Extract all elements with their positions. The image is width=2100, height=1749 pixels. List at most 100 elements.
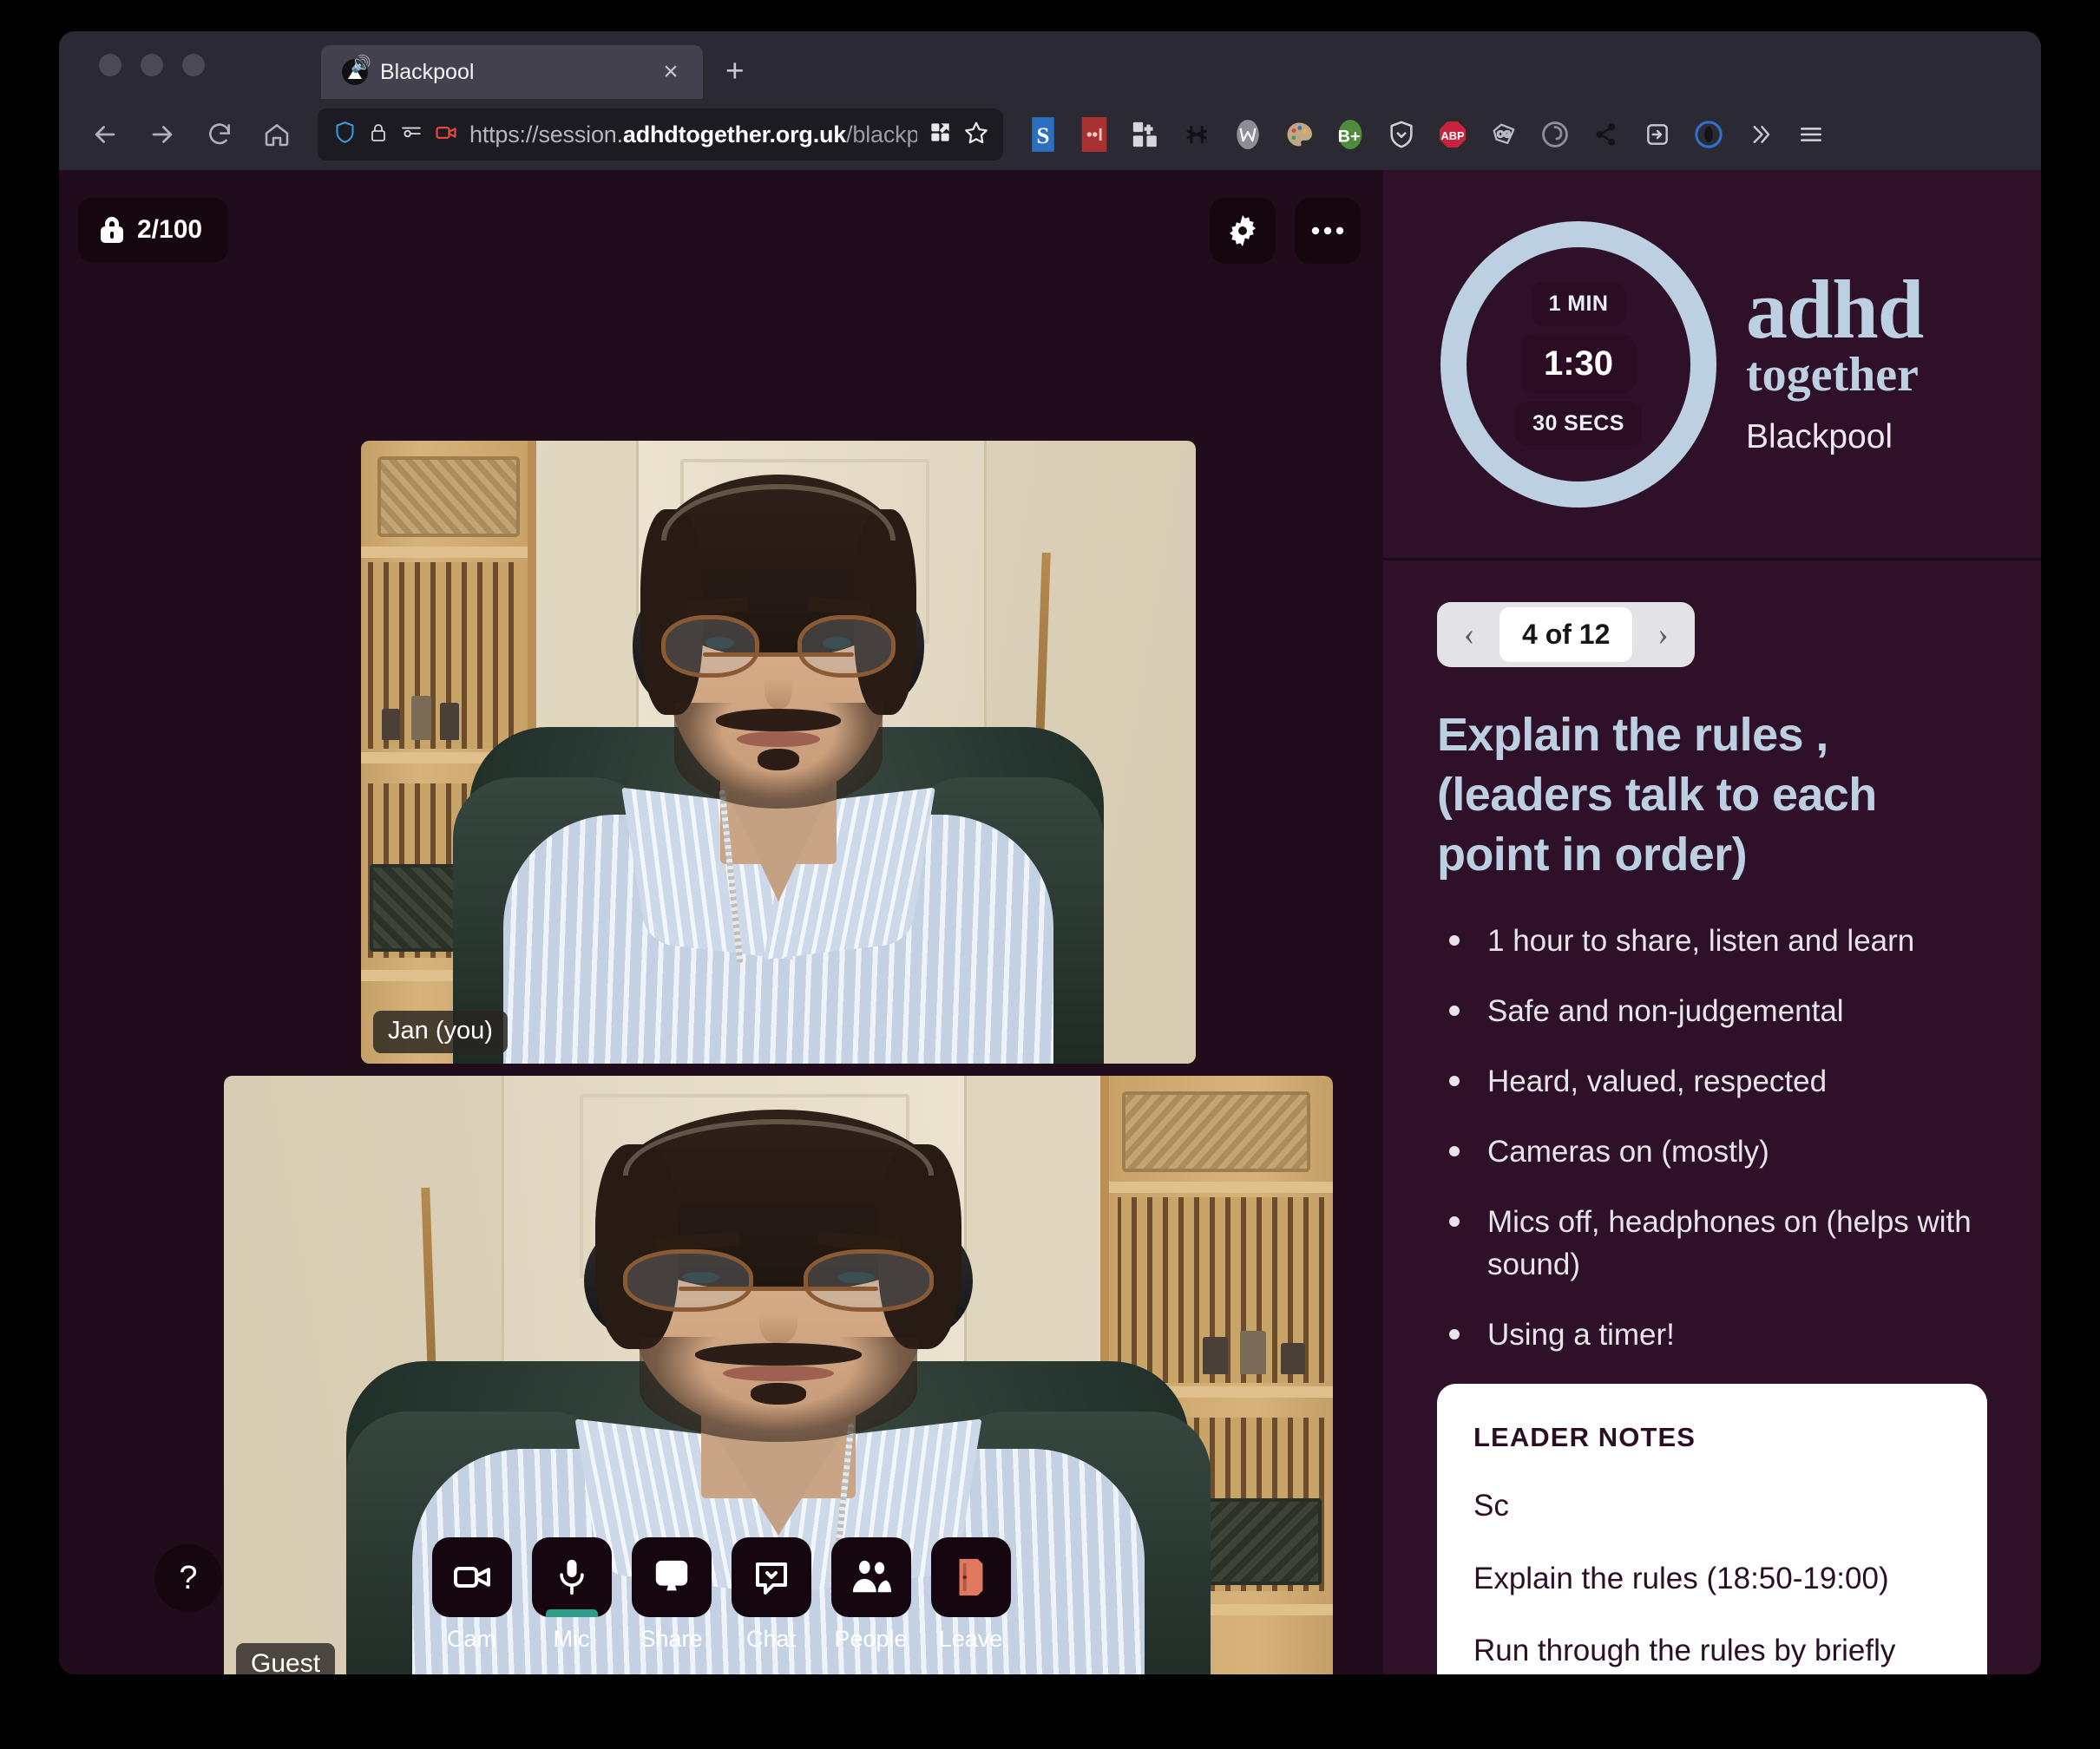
circle-arrow-extension-icon[interactable]	[1536, 115, 1574, 154]
new-tab-button[interactable]: +	[725, 55, 745, 87]
video-tile-self[interactable]: Jan (you)	[361, 441, 1196, 1064]
url-host: adhdtogether.org.uk	[623, 121, 846, 147]
pocket-circle-extension-icon[interactable]	[1690, 115, 1728, 154]
og-tag-extension-icon[interactable]: OG	[1485, 115, 1523, 154]
brand-block: adhd together Blackpool	[1746, 272, 1923, 456]
leave-button-box[interactable]	[931, 1537, 1011, 1617]
chat-button[interactable]: Chat	[732, 1537, 811, 1653]
extensions-toolbar: S B+ ABP	[1024, 115, 1830, 154]
speaker-triangle-icon: 🔊	[342, 59, 368, 85]
cam-button[interactable]: Cam	[432, 1537, 512, 1653]
list-item: Cameras on (mostly)	[1437, 1130, 1987, 1173]
next-slide-button[interactable]: ›	[1636, 610, 1690, 660]
leader-notes-heading: LEADER NOTES	[1473, 1422, 1951, 1453]
url-scheme: https://session.	[469, 121, 623, 147]
session-panel: 1 MIN 1:30 30 SECS adhd together Blackpo…	[1383, 170, 2041, 1674]
browser-window: 🔊 Blackpool × +	[59, 31, 2041, 1674]
minimize-window-button[interactable]	[141, 54, 163, 76]
room-lock-badge[interactable]: 2/100	[78, 198, 228, 262]
share-button[interactable]: Share	[632, 1537, 712, 1653]
cam-button-box[interactable]	[432, 1537, 512, 1617]
prev-slide-button[interactable]: ‹	[1442, 610, 1496, 660]
w-extension-icon[interactable]	[1229, 115, 1267, 154]
share-node-extension-icon[interactable]	[1587, 115, 1625, 154]
grid-blocks-extension-icon[interactable]	[1126, 115, 1165, 154]
palette-extension-icon[interactable]	[1280, 115, 1318, 154]
close-window-button[interactable]	[99, 54, 121, 76]
asterisk-extension-icon[interactable]	[1178, 115, 1216, 154]
arrow-in-box-extension-icon[interactable]	[1638, 115, 1677, 154]
mic-button[interactable]: Mic	[532, 1537, 612, 1653]
url-text[interactable]: https://session.adhdtogether.org.uk/blac…	[469, 121, 917, 148]
leader-notes-paragraph: Explain the rules (18:50-19:00)	[1473, 1556, 1951, 1602]
list-item: Using a timer!	[1437, 1313, 1987, 1356]
tab-title: Blackpool	[380, 60, 642, 85]
red-dots-extension-icon[interactable]	[1075, 115, 1113, 154]
s-extension-icon[interactable]: S	[1024, 115, 1062, 154]
reload-icon[interactable]	[193, 108, 246, 161]
tab-strip: 🔊 Blackpool × +	[59, 31, 2041, 99]
help-button[interactable]: ?	[154, 1544, 222, 1612]
star-bookmark-icon[interactable]	[963, 120, 989, 150]
cam-label: Cam	[447, 1626, 496, 1653]
participant-name-label: Jan (you)	[373, 1011, 508, 1053]
svg-text:B+: B+	[1338, 128, 1361, 147]
settings-button[interactable]	[1210, 198, 1276, 264]
url-bar[interactable]: https://session.adhdtogether.org.uk/blac…	[318, 108, 1003, 160]
people-label: People	[834, 1626, 907, 1653]
url-path: /blackpool	[846, 121, 917, 147]
chat-label: Chat	[746, 1626, 796, 1653]
timer-preset-short[interactable]: 1 MIN	[1532, 282, 1626, 326]
back-arrow-icon[interactable]	[78, 108, 132, 161]
list-item: 1 hour to share, listen and learn	[1437, 920, 1987, 962]
timer-preset-long[interactable]: 30 SECS	[1515, 402, 1642, 446]
leave-door-icon	[952, 1556, 990, 1599]
browser-tab[interactable]: 🔊 Blackpool ×	[321, 45, 703, 99]
maximize-window-button[interactable]	[182, 54, 205, 76]
brand-line-2: together	[1746, 350, 1923, 401]
gear-icon	[1224, 212, 1262, 250]
video-camera-icon	[451, 1556, 493, 1598]
adblock-plus-icon[interactable]: ABP	[1434, 115, 1472, 154]
more-options-button[interactable]	[1295, 198, 1361, 264]
site-permissions-icon[interactable]	[400, 121, 423, 148]
tracking-shield-icon[interactable]	[333, 121, 357, 148]
call-controls: Cam Mic Share	[432, 1537, 1011, 1653]
hamburger-menu-icon[interactable]	[1792, 115, 1830, 154]
leader-notes-paragraph: Run through the rules by briefly explain…	[1473, 1628, 1951, 1674]
timer-remaining[interactable]: 1:30	[1521, 335, 1636, 393]
video-stage: 2/100	[59, 170, 1383, 1674]
share-button-box[interactable]	[632, 1537, 712, 1617]
bplus-extension-icon[interactable]: B+	[1331, 115, 1369, 154]
slide-pager: ‹ 4 of 12 ›	[1437, 602, 1695, 667]
leader-notes-card: LEADER NOTES Sc Explain the rules (18:50…	[1437, 1384, 1987, 1674]
leave-label: Leave	[939, 1626, 1003, 1653]
leave-button[interactable]: Leave	[931, 1537, 1011, 1653]
room-capacity-value: 2/100	[137, 215, 202, 245]
brand-line-1: adhd	[1746, 272, 1923, 348]
reader-view-icon[interactable]	[929, 121, 952, 148]
timer-ring: 1 MIN 1:30 30 SECS	[1440, 221, 1716, 508]
padlock-icon[interactable]	[368, 122, 389, 147]
mic-button-box[interactable]	[532, 1537, 612, 1617]
svg-text:ABP: ABP	[1441, 129, 1465, 142]
people-button[interactable]: People	[831, 1537, 911, 1653]
shield-check-extension-icon[interactable]	[1382, 115, 1421, 154]
people-button-box[interactable]	[831, 1537, 911, 1617]
stage-controls	[1210, 198, 1361, 264]
chat-button-box[interactable]	[732, 1537, 811, 1617]
slide-bullet-list: 1 hour to share, listen and learn Safe a…	[1437, 920, 1987, 1356]
close-icon[interactable]: ×	[654, 59, 687, 85]
leader-notes-paragraph: Sc	[1473, 1483, 1951, 1529]
screen-share-icon	[652, 1557, 692, 1597]
panel-body: ‹ 4 of 12 › Explain the rules ,(leaders …	[1383, 560, 2041, 1674]
forward-arrow-icon[interactable]	[135, 108, 189, 161]
ellipsis-icon	[1309, 224, 1347, 238]
camera-blocked-icon[interactable]	[434, 121, 458, 149]
chevron-double-right-icon[interactable]	[1741, 115, 1779, 154]
padlock-icon	[101, 217, 123, 243]
mic-label: Mic	[554, 1626, 590, 1653]
microphone-icon	[553, 1556, 591, 1598]
slide-title: Explain the rules ,(leaders talk to each…	[1437, 705, 1987, 885]
home-icon[interactable]	[250, 108, 304, 161]
